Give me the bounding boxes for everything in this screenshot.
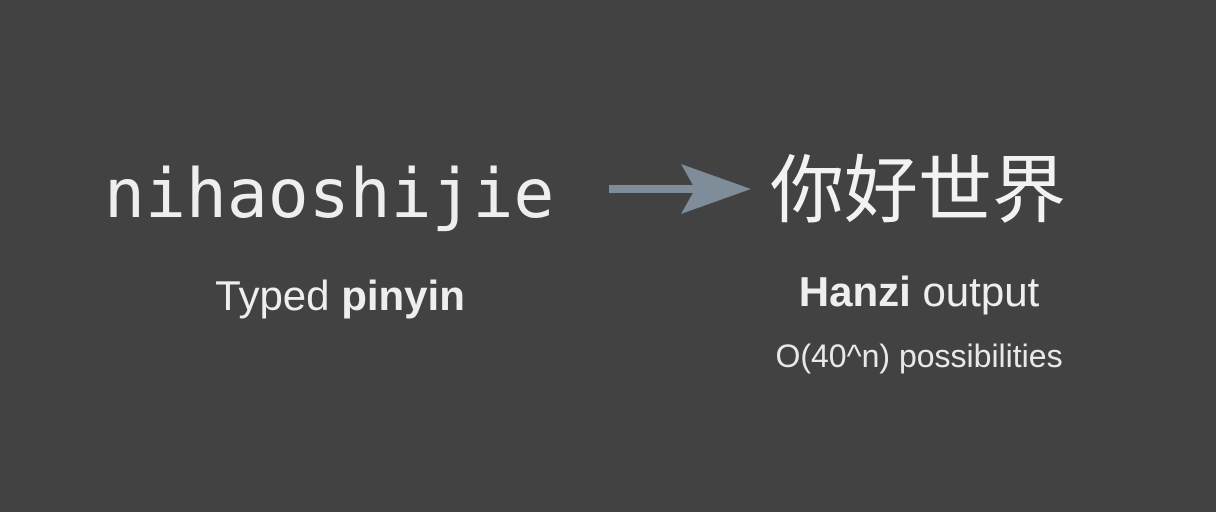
pinyin-text: nihaoshijie [104, 155, 555, 234]
pinyin-caption-prefix: Typed [215, 272, 342, 319]
possibilities-count: O(40^n) possibilities [775, 338, 1063, 374]
hanzi-caption: Hanzi output [719, 266, 1119, 318]
hanzi-text: 你好世界 [770, 148, 1066, 234]
right-arrow-icon [609, 164, 751, 214]
pinyin-caption-keyword: pinyin [341, 272, 465, 319]
pinyin-caption: Typed pinyin [150, 270, 530, 322]
hanzi-caption-suffix: output [910, 268, 1040, 315]
hanzi-caption-keyword: Hanzi [798, 268, 911, 315]
